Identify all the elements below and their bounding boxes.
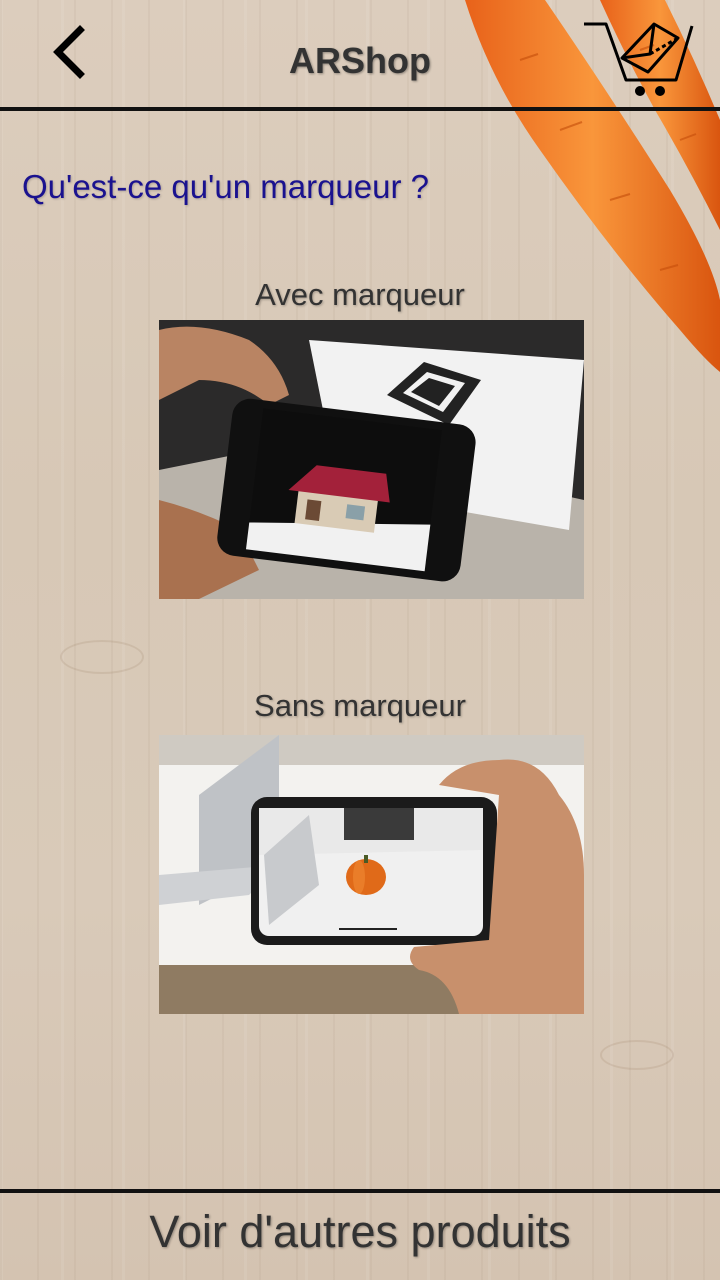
cart-button[interactable]	[582, 14, 698, 98]
more-products-button[interactable]: Voir d'autres produits	[0, 1193, 720, 1280]
without-marker-caption: Sans marqueur	[254, 688, 466, 723]
with-marker-image	[159, 320, 584, 599]
ar-cart-icon	[584, 22, 694, 96]
wood-grain	[600, 1040, 674, 1070]
app-header: ARShop	[0, 0, 720, 110]
header-divider	[0, 107, 720, 111]
wood-grain	[60, 640, 144, 674]
marker-question-heading: Qu'est-ce qu'un marqueur ?	[22, 168, 429, 205]
with-marker-caption: Avec marqueur	[255, 277, 465, 312]
without-marker-image	[159, 735, 584, 1014]
